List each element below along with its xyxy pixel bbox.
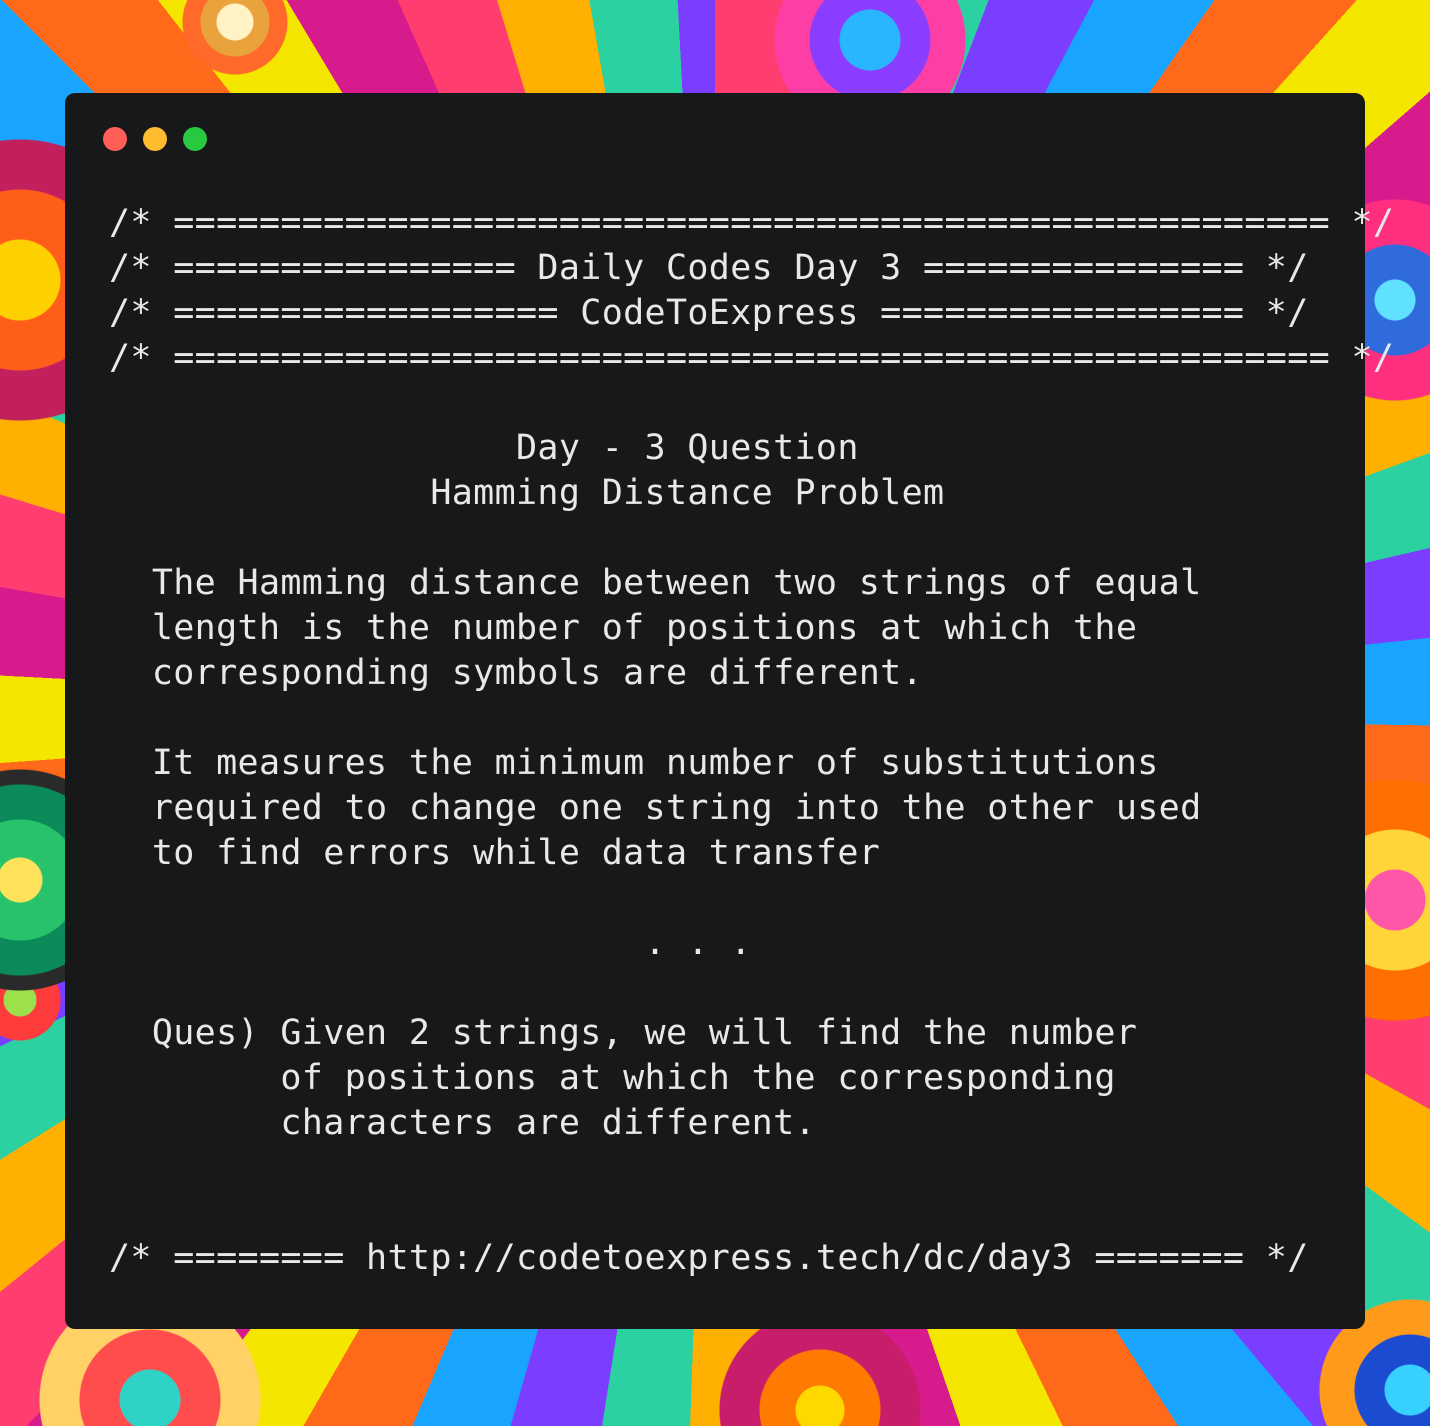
header-line-4: /* =====================================…: [109, 338, 1395, 378]
question-title: Day - 3 Question: [109, 428, 859, 468]
header-line-3: /* ================== CodeToExpress ====…: [109, 293, 1309, 333]
paragraph-2-line-2: required to change one string into the o…: [109, 788, 1202, 828]
problem-title: Hamming Distance Problem: [109, 473, 945, 513]
ellipsis: . . .: [109, 923, 752, 963]
paragraph-2-line-3: to find errors while data transfer: [109, 833, 881, 873]
question-line-2: of positions at which the corresponding: [109, 1058, 1116, 1098]
question-line-1: Ques) Given 2 strings, we will find the …: [109, 1013, 1138, 1053]
footer-line: /* ======== http://codetoexpress.tech/dc…: [109, 1238, 1309, 1278]
zoom-dot-icon[interactable]: [183, 127, 207, 151]
header-line-1: /* =====================================…: [109, 203, 1395, 243]
code-window: /* =====================================…: [65, 93, 1395, 1329]
paragraph-1-line-3: corresponding symbols are different.: [109, 653, 924, 693]
paragraph-2-line-1: It measures the minimum number of substi…: [109, 743, 1159, 783]
code-block: /* =====================================…: [109, 201, 1395, 1281]
minimize-dot-icon[interactable]: [143, 127, 167, 151]
header-line-2: /* ================ Daily Codes Day 3 ==…: [109, 248, 1309, 288]
close-dot-icon[interactable]: [103, 127, 127, 151]
paragraph-1-line-1: The Hamming distance between two strings…: [109, 563, 1202, 603]
paragraph-1-line-2: length is the number of positions at whi…: [109, 608, 1138, 648]
question-line-3: characters are different.: [109, 1103, 816, 1143]
